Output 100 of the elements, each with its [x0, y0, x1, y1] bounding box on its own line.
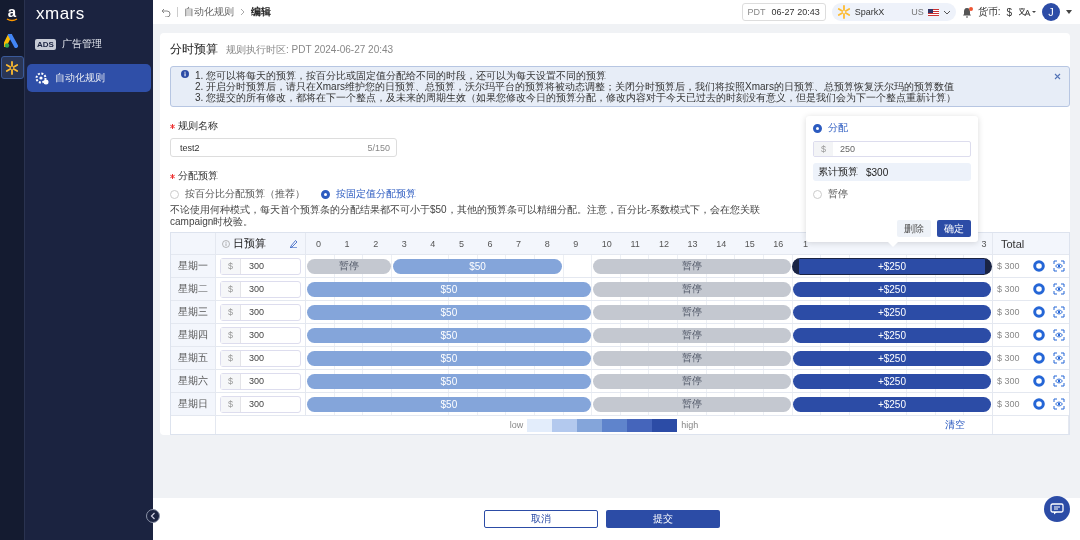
- ring-icon[interactable]: [1033, 329, 1045, 341]
- ring-icon[interactable]: [1033, 306, 1045, 318]
- paused-bar[interactable]: 暂停: [592, 281, 791, 297]
- breadcrumb-link[interactable]: 自动化规则: [184, 5, 234, 19]
- bell-icon[interactable]: [961, 6, 972, 18]
- amount-input[interactable]: $ 250: [813, 141, 971, 157]
- legend-label: low: [508, 420, 525, 430]
- budget-input[interactable]: $ 300: [220, 326, 301, 344]
- radio-option[interactable]: 按百分比分配预算（推荐）: [170, 187, 305, 201]
- name-input[interactable]: test2 5/150: [170, 138, 397, 157]
- radio-option[interactable]: 分配: [813, 121, 971, 135]
- hour-label: 5: [457, 238, 465, 249]
- hour-label: 13: [686, 238, 699, 249]
- char-counter: 5/150: [367, 142, 390, 153]
- hour-label: 4: [429, 238, 437, 249]
- hour-label: 15: [743, 238, 756, 249]
- close-icon[interactable]: [1054, 73, 1061, 80]
- budget-bar[interactable]: +$250: [792, 258, 991, 274]
- avatar[interactable]: J: [1042, 3, 1060, 21]
- cancel-button[interactable]: 取消: [483, 510, 598, 528]
- column-header: 日预算: [233, 236, 266, 251]
- radio-option[interactable]: 暂停: [813, 187, 971, 201]
- hour-label: 3: [400, 238, 408, 249]
- day-label: 星期六: [171, 370, 216, 392]
- ring-icon[interactable]: [1033, 352, 1045, 364]
- logo: xmars: [35, 4, 85, 24]
- budget-bar[interactable]: +$250: [792, 327, 991, 343]
- sidebar-item[interactable]: 自动化规则: [27, 64, 151, 92]
- hour-label: 2: [372, 238, 380, 249]
- paused-bar[interactable]: 暂停: [592, 373, 791, 389]
- budget-input[interactable]: $ 300: [220, 303, 301, 321]
- field-label: 分配预算: [178, 169, 218, 183]
- clear-link[interactable]: 清空: [945, 418, 965, 432]
- hour-label: 1: [343, 238, 351, 249]
- ring-icon[interactable]: [1033, 283, 1045, 295]
- eye-scan-icon[interactable]: [1053, 306, 1065, 318]
- budget-input[interactable]: $ 300: [220, 395, 301, 413]
- eye-scan-icon[interactable]: [1053, 352, 1065, 364]
- sidebar-item[interactable]: ADS 广告管理: [27, 30, 151, 58]
- budget-bar[interactable]: +$250: [792, 396, 991, 412]
- triangle-logo-icon: [4, 33, 20, 48]
- caret-down-icon[interactable]: [1066, 10, 1072, 14]
- budget-input[interactable]: $ 300: [220, 280, 301, 298]
- pencil-icon[interactable]: [289, 239, 298, 248]
- store-name: SparkX: [854, 7, 885, 17]
- budget-input[interactable]: $ 300: [220, 372, 301, 390]
- budget-bar[interactable]: +$250: [792, 350, 991, 366]
- submit-button[interactable]: 提交: [605, 510, 720, 528]
- ring-icon[interactable]: [1033, 260, 1045, 272]
- spark-icon: [836, 5, 851, 19]
- ring-icon[interactable]: [1033, 398, 1045, 410]
- alert-text: 3. 您提交的所有修改，都将在下一个整点，及未来的周期生效（如果您修改今日的预算分配，修改内容对于今天已过去的时刻没有意义，但是我们会为下一个整点重新计算）: [195, 92, 957, 103]
- day-label: 星期日: [171, 393, 216, 415]
- confirm-button[interactable]: 确定: [937, 220, 971, 237]
- hour-label: 12: [658, 238, 670, 249]
- day-label: 星期一: [171, 255, 216, 277]
- paused-bar[interactable]: 暂停: [307, 258, 391, 274]
- smile-icon: [6, 17, 18, 22]
- hint-text: 不论使用何种模式，每天首个预算条的分配结果都不可小于$50，其他的预算条可以精细分配。注意，百分比-系数模式下，会在您关联campaign时校验。: [170, 204, 761, 228]
- radio-option[interactable]: 按固定值分配预算: [321, 187, 416, 201]
- app-switch-item[interactable]: [0, 56, 24, 79]
- store-selector[interactable]: SparkX US: [831, 3, 956, 21]
- paused-bar[interactable]: 暂停: [592, 350, 791, 366]
- total-amount: $ 300: [997, 307, 1021, 317]
- budget-input[interactable]: $ 300: [220, 349, 301, 367]
- cumulative-value: $300: [866, 166, 889, 178]
- budget-bar[interactable]: +$250: [792, 281, 991, 297]
- total-amount: $ 300: [997, 376, 1021, 386]
- app-switch-item[interactable]: a: [0, 2, 24, 25]
- paused-bar[interactable]: 暂停: [592, 327, 791, 343]
- ads-icon: ADS: [35, 38, 56, 50]
- alert-text: 2. 开启分时预算后，请只在Xmars维护您的日预算、总预算，沃尔玛平台的预算将被动态调整；关闭分时预算后，我们将按照Xmars的日预算、总预算恢复沃尔玛的预算数值: [195, 81, 955, 92]
- paused-bar[interactable]: 暂停: [592, 258, 791, 274]
- delete-button[interactable]: 删除: [897, 220, 931, 237]
- paused-bar[interactable]: 暂停: [592, 396, 791, 412]
- ring-icon[interactable]: [1033, 375, 1045, 387]
- flag-icon: [927, 8, 939, 16]
- translate-icon[interactable]: [1018, 7, 1036, 17]
- time-value: 06-27 20:43: [771, 7, 820, 17]
- total-amount: $ 300: [997, 330, 1021, 340]
- required-icon: [170, 123, 175, 129]
- total-amount: $ 300: [997, 261, 1021, 271]
- hour-label: 1: [801, 238, 809, 249]
- breadcrumb-current: 编辑: [251, 5, 271, 19]
- hour-label: 16: [772, 238, 785, 249]
- budget-bar[interactable]: +$250: [792, 304, 991, 320]
- back-icon[interactable]: [161, 7, 171, 17]
- hour-label: 11: [629, 238, 641, 249]
- legend-label: high: [680, 420, 700, 430]
- eye-scan-icon[interactable]: [1053, 283, 1065, 295]
- budget-input[interactable]: $ 300: [220, 257, 301, 275]
- collapse-button[interactable]: [146, 509, 160, 523]
- eye-scan-icon[interactable]: [1053, 260, 1065, 272]
- budget-bar[interactable]: +$250: [792, 373, 991, 389]
- paused-bar[interactable]: 暂停: [592, 304, 791, 320]
- country-code: US: [911, 7, 924, 17]
- eye-scan-icon[interactable]: [1053, 375, 1065, 387]
- eye-scan-icon[interactable]: [1053, 398, 1065, 410]
- eye-scan-icon[interactable]: [1053, 329, 1065, 341]
- day-label: 星期二: [171, 278, 216, 300]
